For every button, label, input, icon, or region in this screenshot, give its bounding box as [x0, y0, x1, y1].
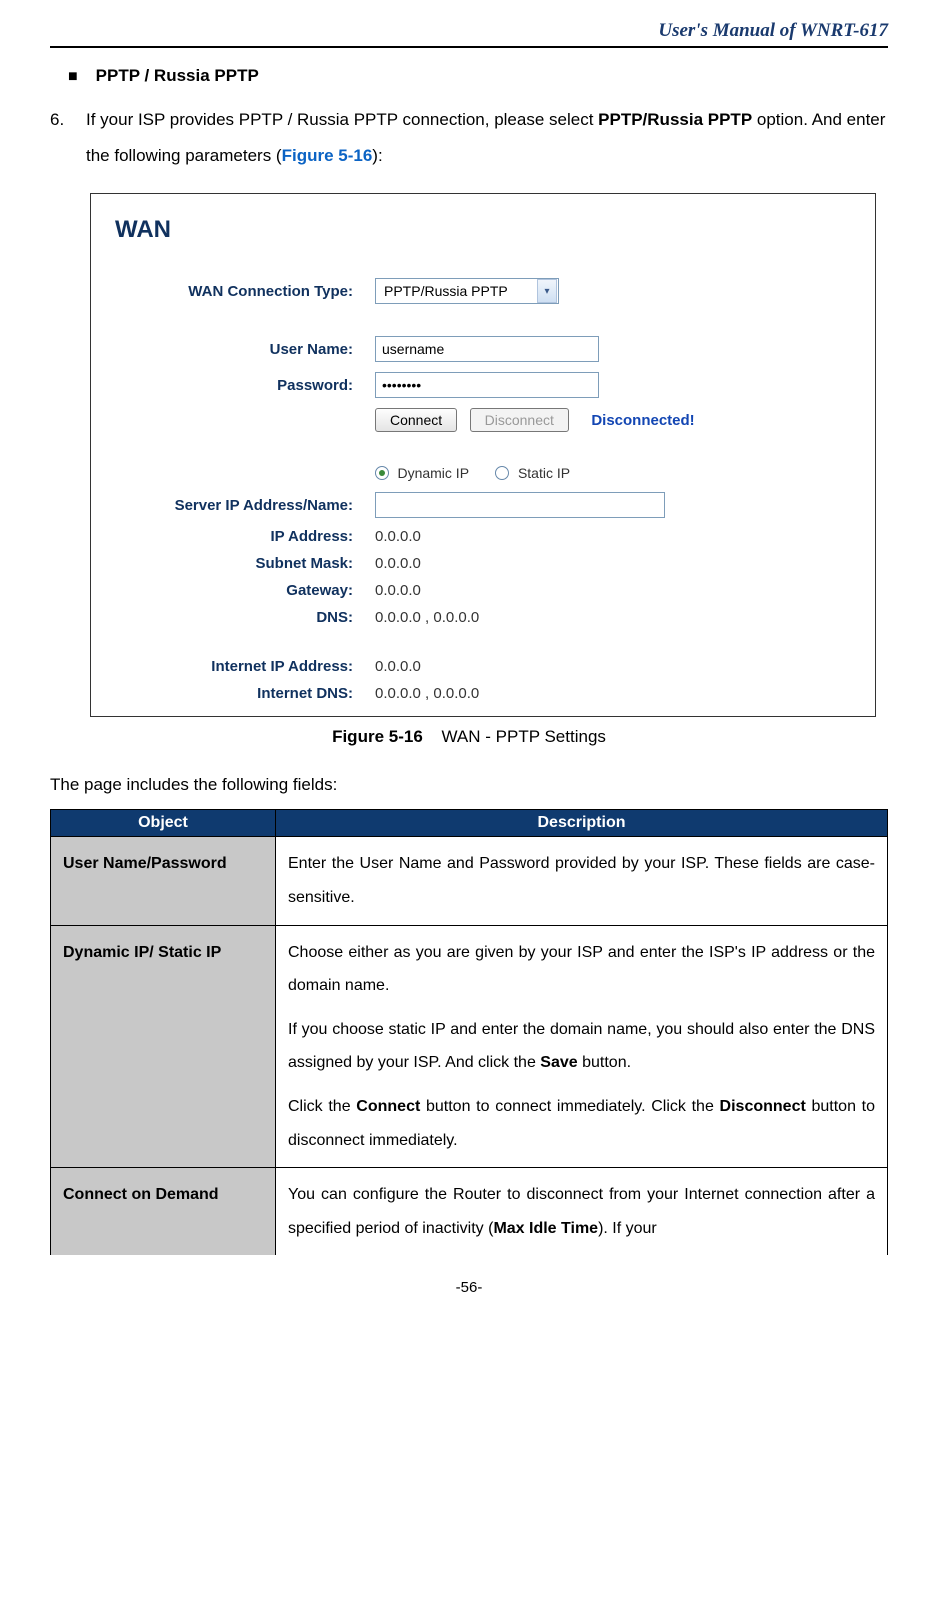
section-label: PPTP / Russia PPTP: [96, 66, 259, 86]
page-header: User's Manual of WNRT-617: [50, 20, 888, 48]
instruction-text: If your ISP provides PPTP / Russia PPTP …: [86, 102, 888, 173]
fields-table: Object Description User Name/Password En…: [50, 809, 888, 1255]
desc-bold: Max Idle Time: [493, 1220, 598, 1237]
figure-screenshot: WAN WAN Connection Type: PPTP/Russia PPT…: [90, 193, 876, 717]
label-dns: DNS:: [115, 609, 375, 626]
header-object: Object: [51, 810, 276, 837]
value-inet-ip: 0.0.0.0: [375, 658, 421, 675]
desc-bold: Disconnect: [720, 1098, 806, 1115]
desc-bold: Save: [540, 1054, 577, 1071]
value-inet-dns: 0.0.0.0 , 0.0.0.0: [375, 685, 479, 702]
desc-para: Click the Connect button to connect imme…: [288, 1090, 875, 1157]
desc-text: ). If your: [598, 1220, 657, 1237]
figure-link[interactable]: Figure 5-16: [282, 146, 373, 165]
desc-text: button to connect immediately. Click the: [420, 1098, 719, 1115]
wan-conn-type-select[interactable]: PPTP/Russia PPTP ▾: [375, 278, 559, 304]
wan-title: WAN: [115, 216, 851, 244]
desc-para: If you choose static IP and enter the do…: [288, 1013, 875, 1080]
label-ip: IP Address:: [115, 528, 375, 545]
dynamic-ip-radio[interactable]: [375, 466, 389, 480]
dynamic-ip-label: Dynamic IP: [397, 465, 469, 481]
caption-number: Figure 5-16: [332, 727, 423, 746]
table-header-row: Object Description: [51, 810, 888, 837]
disconnect-button: Disconnect: [470, 408, 569, 432]
label-inet-ip: Internet IP Address:: [115, 658, 375, 675]
label-subnet: Subnet Mask:: [115, 555, 375, 572]
cell-object: Connect on Demand: [51, 1168, 276, 1256]
manual-title: User's Manual of WNRT-617: [658, 20, 888, 41]
radio-dot-icon: [379, 470, 385, 476]
connect-button[interactable]: Connect: [375, 408, 457, 432]
desc-text: Click the: [288, 1098, 356, 1115]
table-row: User Name/Password Enter the User Name a…: [51, 837, 888, 925]
chevron-down-icon[interactable]: ▾: [537, 279, 557, 303]
table-row: Connect on Demand You can configure the …: [51, 1168, 888, 1256]
label-conn-type: WAN Connection Type:: [115, 283, 375, 300]
cell-description: You can configure the Router to disconne…: [276, 1168, 888, 1256]
label-gateway: Gateway:: [115, 582, 375, 599]
desc-text: button.: [578, 1054, 631, 1071]
para-text-1: If your ISP provides PPTP / Russia PPTP …: [86, 110, 598, 129]
static-ip-label: Static IP: [518, 465, 570, 481]
select-value: PPTP/Russia PPTP: [376, 283, 536, 299]
connection-status: Disconnected!: [591, 412, 694, 429]
label-server: Server IP Address/Name:: [115, 497, 375, 514]
password-input[interactable]: [375, 372, 599, 398]
fields-intro: The page includes the following fields:: [50, 775, 888, 795]
value-dns: 0.0.0.0 , 0.0.0.0: [375, 609, 479, 626]
section-heading: ■ PPTP / Russia PPTP: [68, 66, 888, 86]
table-row: Dynamic IP/ Static IP Choose either as y…: [51, 925, 888, 1168]
item-number: 6.: [50, 102, 86, 173]
static-ip-radio[interactable]: [495, 466, 509, 480]
numbered-instruction: 6. If your ISP provides PPTP / Russia PP…: [50, 102, 888, 173]
label-password: Password:: [115, 377, 375, 394]
value-subnet: 0.0.0.0: [375, 555, 421, 572]
cell-description: Choose either as you are given by your I…: [276, 925, 888, 1168]
caption-text: WAN - PPTP Settings: [442, 727, 606, 746]
label-inet-dns: Internet DNS:: [115, 685, 375, 702]
cell-object: User Name/Password: [51, 837, 276, 925]
value-gateway: 0.0.0.0: [375, 582, 421, 599]
cell-object: Dynamic IP/ Static IP: [51, 925, 276, 1168]
para-bold: PPTP/Russia PPTP: [598, 110, 752, 129]
label-username: User Name:: [115, 341, 375, 358]
para-text-3: ):: [372, 146, 382, 165]
cell-description: Enter the User Name and Password provide…: [276, 837, 888, 925]
desc-bold: Connect: [356, 1098, 420, 1115]
square-bullet-icon: ■: [68, 68, 78, 86]
username-input[interactable]: [375, 336, 599, 362]
figure-caption: Figure 5-16 WAN - PPTP Settings: [50, 727, 888, 747]
header-description: Description: [276, 810, 888, 837]
desc-para: Choose either as you are given by your I…: [288, 936, 875, 1003]
value-ip: 0.0.0.0: [375, 528, 421, 545]
server-input[interactable]: [375, 492, 665, 518]
page-number: -56-: [50, 1279, 888, 1296]
